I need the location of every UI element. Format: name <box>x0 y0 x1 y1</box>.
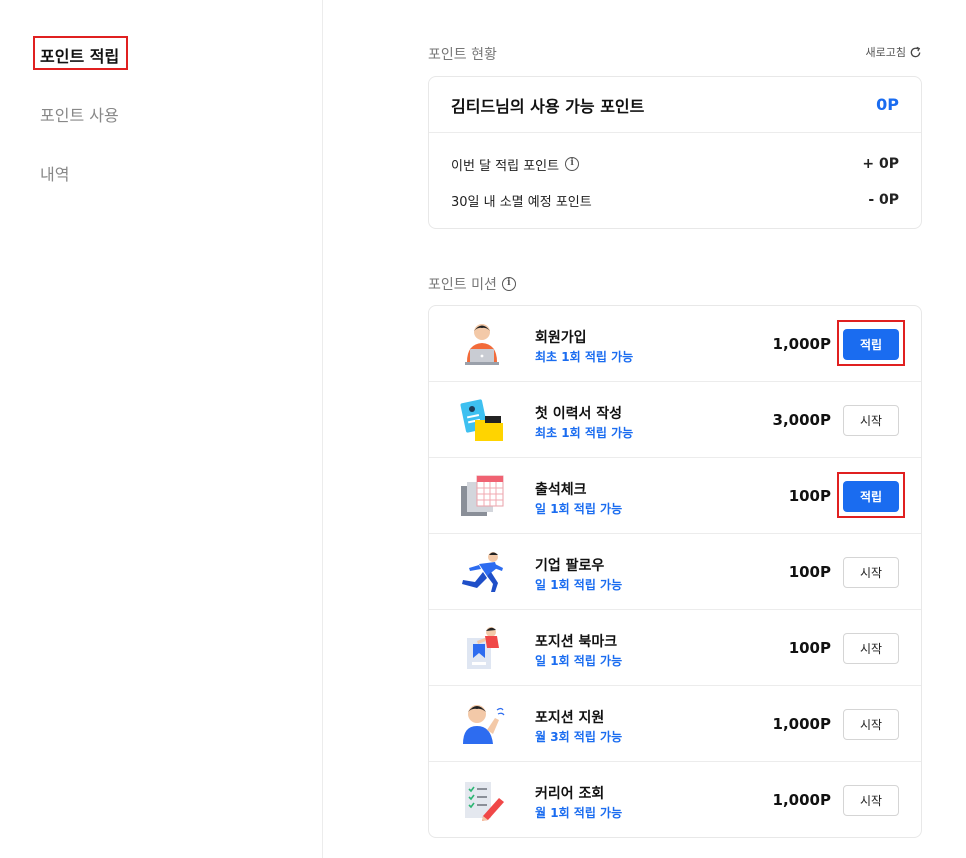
laptop-person-icon <box>465 324 499 365</box>
sidebar: 포인트 적립 포인트 사용 내역 <box>0 0 323 858</box>
mission-list: 회원가입 최초 1회 적립 가능 1,000P 적립 첫 이력서 작성 최초 1… <box>428 305 922 838</box>
point-mission-title-row: 포인트 미션 i <box>428 274 516 294</box>
mission-limit: 일 1회 적립 가능 <box>535 578 623 592</box>
monthly-earned-label: 이번 달 적립 포인트 <box>451 158 560 174</box>
selection-highlight <box>33 36 128 70</box>
running-person-icon <box>462 552 503 592</box>
point-mission-title: 포인트 미션 <box>428 277 497 293</box>
mission-item: 기업 팔로우 일 1회 적립 가능 100P 시작 <box>429 534 921 610</box>
mission-item: 회원가입 최초 1회 적립 가능 1,000P 적립 <box>429 306 921 382</box>
mission-item: 첫 이력서 작성 최초 1회 적립 가능 3,000P 시작 <box>429 382 921 458</box>
earn-button[interactable]: 적립 <box>843 481 899 512</box>
monthly-earned-value: + 0P <box>862 156 899 172</box>
mission-points: 1,000P <box>772 715 831 733</box>
info-icon[interactable]: i <box>565 157 580 171</box>
mission-points: 1,000P <box>772 791 831 809</box>
mission-points: 100P <box>788 563 831 581</box>
mission-item: 포지션 북마크 일 1회 적립 가능 100P 시작 <box>429 610 921 686</box>
sidebar-item-history[interactable]: 내역 <box>40 161 69 185</box>
monthly-earned-row: 이번 달 적립 포인트 i + 0P <box>429 146 921 182</box>
mission-points: 100P <box>788 487 831 505</box>
mission-name: 출석체크 <box>535 482 587 498</box>
resume-folder-icon <box>460 399 503 441</box>
bookmark-person-icon <box>467 627 499 669</box>
refresh-button[interactable]: 새로고침 <box>866 44 922 60</box>
point-status-header: 김티드님의 사용 가능 포인트 0P <box>429 77 921 133</box>
refresh-label: 새로고침 <box>865 46 906 59</box>
info-icon[interactable]: i <box>501 277 516 291</box>
start-button[interactable]: 시작 <box>843 557 899 588</box>
start-button[interactable]: 시작 <box>843 785 899 816</box>
mission-name: 포지션 북마크 <box>535 634 618 650</box>
mission-points: 1,000P <box>772 335 831 353</box>
checklist-pencil-icon <box>465 782 504 821</box>
mission-limit: 최초 1회 적립 가능 <box>535 426 634 440</box>
mission-limit: 월 3회 적립 가능 <box>535 730 623 744</box>
point-status-card: 김티드님의 사용 가능 포인트 0P 이번 달 적립 포인트 i + 0P 30… <box>428 76 922 229</box>
start-button[interactable]: 시작 <box>843 709 899 740</box>
expiring-points-label: 30일 내 소멸 예정 포인트 <box>451 194 592 210</box>
mission-item: 커리어 조회 월 1회 적립 가능 1,000P 시작 <box>429 762 921 838</box>
mission-name: 회원가입 <box>535 330 587 346</box>
mission-limit: 월 1회 적립 가능 <box>535 806 623 820</box>
start-button[interactable]: 시작 <box>843 405 899 436</box>
calendar-icon <box>461 475 504 516</box>
start-button[interactable]: 시작 <box>843 633 899 664</box>
earn-button[interactable]: 적립 <box>843 329 899 360</box>
sidebar-item-point-use[interactable]: 포인트 사용 <box>40 102 119 126</box>
apply-person-icon <box>463 705 505 744</box>
point-status-title: 포인트 현황 <box>428 47 497 63</box>
mission-points: 3,000P <box>772 411 831 429</box>
mission-name: 커리어 조회 <box>535 786 605 802</box>
mission-name: 포지션 지원 <box>535 710 605 726</box>
expiring-points-value: - 0P <box>868 192 899 208</box>
available-points-title: 김티드님의 사용 가능 포인트 <box>451 96 645 116</box>
mission-limit: 최초 1회 적립 가능 <box>535 350 634 364</box>
mission-limit: 일 1회 적립 가능 <box>535 502 623 516</box>
mission-name: 첫 이력서 작성 <box>535 406 623 422</box>
mission-name: 기업 팔로우 <box>535 558 605 574</box>
mission-points: 100P <box>788 639 831 657</box>
expiring-points-row: 30일 내 소멸 예정 포인트 - 0P <box>429 182 921 218</box>
mission-limit: 일 1회 적립 가능 <box>535 654 623 668</box>
mission-item: 포지션 지원 월 3회 적립 가능 1,000P 시작 <box>429 686 921 762</box>
available-points-value: 0P <box>876 95 899 114</box>
mission-item: 출석체크 일 1회 적립 가능 100P 적립 <box>429 458 921 534</box>
refresh-icon <box>910 46 921 57</box>
